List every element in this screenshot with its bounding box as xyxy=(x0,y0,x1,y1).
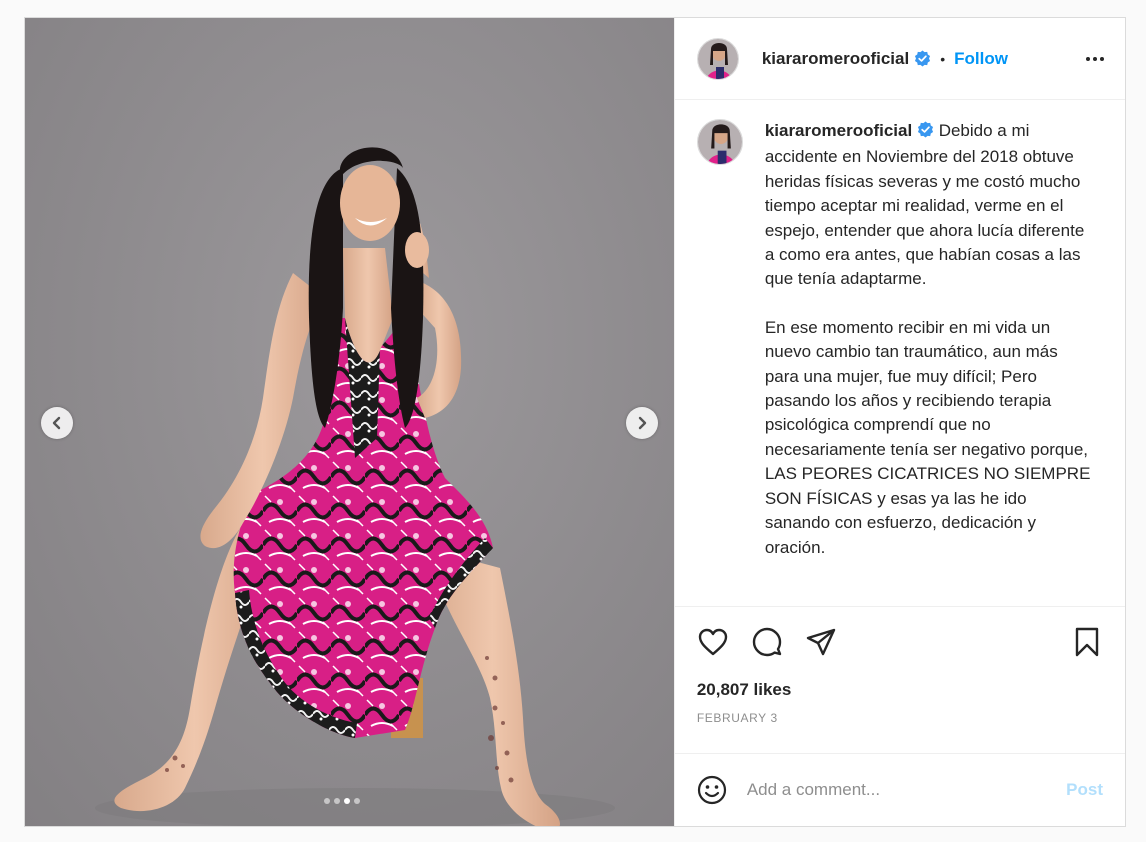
carousel-dot xyxy=(334,798,340,804)
post-comment-button[interactable]: Post xyxy=(1066,780,1103,800)
comment-icon[interactable] xyxy=(751,626,783,658)
post-photo xyxy=(95,147,615,826)
caption-username[interactable]: kiararomerooficial xyxy=(765,121,912,140)
post-caption: kiararomerooficial Debido a mi accidente… xyxy=(765,119,1095,606)
comment-bar: Post xyxy=(674,753,1125,826)
username[interactable]: kiararomerooficial xyxy=(762,49,909,69)
separator-dot: • xyxy=(940,50,946,67)
post-card: kiararomerooficial • Follow kiararomeroo… xyxy=(24,17,1126,827)
post-date[interactable]: FEBRUARY 3 xyxy=(675,711,1125,731)
caption-paragraph: kiararomerooficial Debido a mi accidente… xyxy=(765,119,1095,292)
more-options-icon[interactable] xyxy=(1083,47,1107,71)
verified-badge-icon xyxy=(914,50,931,67)
comment-input[interactable] xyxy=(746,780,1067,800)
heart-icon[interactable] xyxy=(697,626,729,658)
avatar[interactable] xyxy=(696,37,739,80)
carousel-next-button[interactable] xyxy=(626,407,658,439)
carousel-dot xyxy=(354,798,360,804)
caption-area: kiararomerooficial Debido a mi accidente… xyxy=(674,100,1125,607)
caption-avatar[interactable] xyxy=(696,119,743,165)
emoji-icon[interactable] xyxy=(697,775,727,805)
carousel-indicator xyxy=(324,798,360,804)
chevron-right-icon xyxy=(638,416,647,430)
verified-badge-icon xyxy=(917,121,934,145)
caption-text: Debido a mi accidente en Noviembre del 2… xyxy=(764,121,1085,289)
action-bar xyxy=(675,607,1125,677)
post-header: kiararomerooficial • Follow xyxy=(674,18,1125,100)
bookmark-icon[interactable] xyxy=(1071,626,1103,658)
post-media[interactable] xyxy=(25,18,674,826)
caption-paragraph: En ese momento recibir en mi vida un nue… xyxy=(764,317,1091,557)
carousel-dot-active xyxy=(344,798,350,804)
share-icon[interactable] xyxy=(805,626,837,658)
chevron-left-icon xyxy=(52,416,61,430)
follow-button[interactable]: Follow xyxy=(954,49,1008,69)
carousel-prev-button[interactable] xyxy=(41,407,73,439)
likes-count[interactable]: 20,807 likes xyxy=(675,677,1125,703)
carousel-dot xyxy=(324,798,330,804)
post-side-panel: kiararomerooficial • Follow kiararomeroo… xyxy=(673,18,1125,826)
